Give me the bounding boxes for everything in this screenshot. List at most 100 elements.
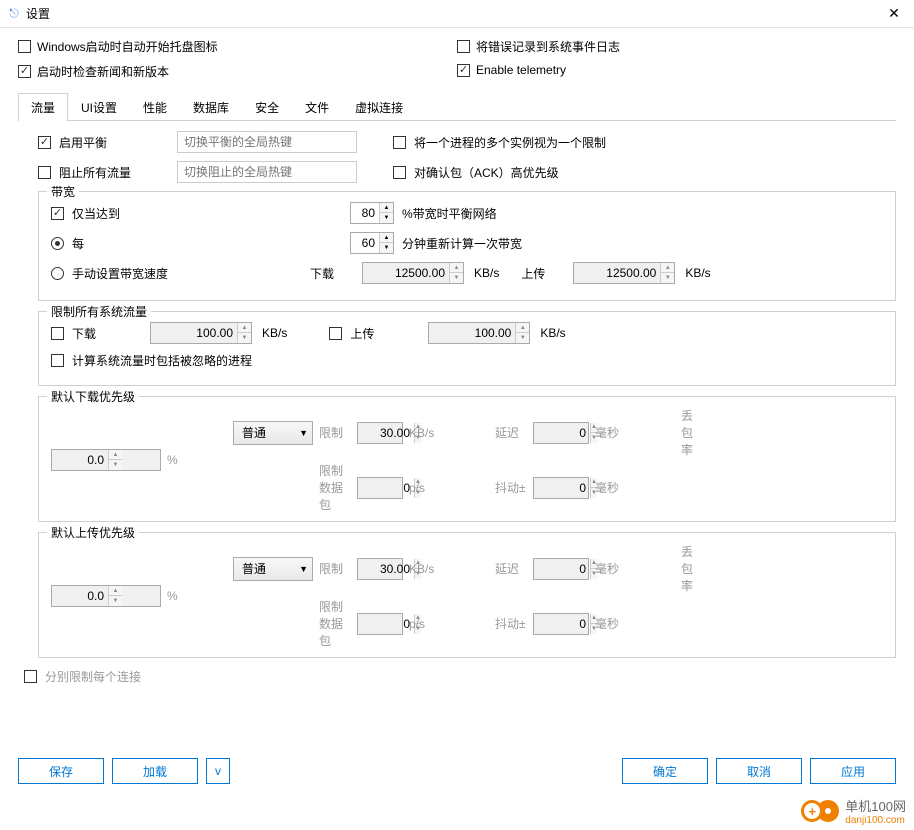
checkbox-telemetry[interactable] [457, 64, 470, 77]
spinner-limit-dl[interactable]: ▲▼ [150, 322, 252, 344]
spinner-only-when[interactable]: ▲▼ [350, 202, 394, 224]
label-every-suffix: 分钟重新计算一次带宽 [402, 235, 522, 252]
spin-down-icon[interactable]: ▼ [380, 213, 393, 223]
close-button[interactable]: ✕ [880, 0, 908, 28]
select-ul-priority[interactable]: 普通 ▼ [233, 557, 313, 581]
label-ack-priority: 对确认包（ACK）高优先级 [414, 164, 559, 181]
tab-traffic[interactable]: 流量 [18, 93, 68, 121]
window-title: 设置 [26, 5, 880, 22]
tab-perf[interactable]: 性能 [130, 93, 180, 121]
spinner-ul-jitter[interactable]: ▲▼ [533, 613, 589, 635]
label-limit: 限制 [319, 424, 351, 441]
spinner-every-input[interactable] [351, 233, 379, 253]
tab-file[interactable]: 文件 [292, 93, 342, 121]
watermark: + 单机100网 danji100.com [801, 796, 906, 826]
tab-db[interactable]: 数据库 [180, 93, 242, 121]
spinner-dl-drop[interactable]: ▲▼ [51, 449, 161, 471]
save-button[interactable]: 保存 [18, 758, 104, 784]
spin-up-icon[interactable]: ▲ [380, 203, 393, 213]
fieldset-limit-all: 限制所有系统流量 下载 ▲▼ KB/s 上传 ▲▼ KB/s [38, 311, 896, 386]
legend-ul-priority: 默认上传优先级 [47, 524, 139, 541]
spin-up-icon[interactable]: ▲ [516, 323, 529, 333]
checkbox-check-news[interactable] [18, 65, 31, 78]
radio-every[interactable] [51, 237, 64, 250]
checkbox-ack-priority[interactable] [393, 166, 406, 179]
label-ul: 上传 [521, 265, 565, 282]
checkbox-enable-balance[interactable] [38, 136, 51, 149]
label-limit-ul: 上传 [350, 325, 420, 342]
checkbox-per-connection[interactable] [24, 670, 37, 683]
spin-down-icon[interactable]: ▼ [380, 243, 393, 253]
spin-up-icon[interactable]: ▲ [238, 323, 251, 333]
spinner-dl-limit[interactable]: ▲▼ [357, 422, 403, 444]
unit-kbs: KB/s [540, 326, 565, 340]
fieldset-bandwidth: 带宽 仅当达到 ▲▼ %带宽时平衡网络 每 ▲▼ 分钟重新计算一次带宽 [38, 191, 896, 301]
spinner-dl-pkt[interactable]: ▲▼ [357, 477, 403, 499]
checkbox-multi-instance[interactable] [393, 136, 406, 149]
spin-up-icon[interactable]: ▲ [661, 263, 674, 273]
select-dl-priority[interactable]: 普通 ▼ [233, 421, 313, 445]
legend-dl-priority: 默认下载优先级 [47, 388, 139, 405]
spin-down-icon[interactable]: ▼ [516, 333, 529, 343]
label-limit-dl: 下载 [72, 325, 142, 342]
checkbox-only-when[interactable] [51, 207, 64, 220]
label-block-all: 阻止所有流量 [59, 164, 169, 181]
cancel-button[interactable]: 取消 [716, 758, 802, 784]
label-per-connection: 分别限制每个连接 [45, 668, 141, 685]
hotkey-balance[interactable] [177, 131, 357, 153]
spinner-ul-limit[interactable]: ▲▼ [357, 558, 403, 580]
checkbox-start-with-windows[interactable] [18, 40, 31, 53]
tabs: 流量 UI设置 性能 数据库 安全 文件 虚拟连接 [18, 92, 896, 121]
label-start-with-windows: Windows启动时自动开始托盘图标 [37, 38, 218, 55]
label-include-ignored: 计算系统流量时包括被忽略的进程 [72, 352, 252, 369]
spinner-ul-pkt[interactable]: ▲▼ [357, 613, 403, 635]
unit-kbs: KB/s [474, 266, 499, 280]
spinner-limit-ul[interactable]: ▲▼ [428, 322, 530, 344]
spinner-every[interactable]: ▲▼ [350, 232, 394, 254]
label-only-when: 仅当达到 [72, 205, 342, 222]
spinner-limit-dl-input[interactable] [151, 323, 237, 343]
label-telemetry: Enable telemetry [476, 63, 566, 77]
spinner-limit-ul-input[interactable] [429, 323, 515, 343]
checkbox-limit-ul[interactable] [329, 327, 342, 340]
chevron-down-icon: ▼ [299, 428, 308, 438]
spin-down-icon[interactable]: ▼ [238, 333, 251, 343]
hotkey-block[interactable] [177, 161, 357, 183]
spinner-bw-ul[interactable]: ▲▼ [573, 262, 675, 284]
tab-ui[interactable]: UI设置 [68, 93, 130, 121]
spinner-dl-jitter[interactable]: ▲▼ [533, 477, 589, 499]
checkbox-include-ignored[interactable] [51, 354, 64, 367]
checkbox-block-all[interactable] [38, 166, 51, 179]
label-dl: 下载 [310, 265, 354, 282]
tab-virtual[interactable]: 虚拟连接 [342, 93, 416, 121]
label-multi-instance: 将一个进程的多个实例视为一个限制 [414, 134, 606, 151]
spinner-bw-dl-input[interactable] [363, 263, 449, 283]
label-enable-balance: 启用平衡 [59, 134, 169, 151]
spinner-only-when-input[interactable] [351, 203, 379, 223]
spin-down-icon[interactable]: ▼ [450, 273, 463, 283]
load-dropdown-button[interactable]: v [206, 758, 230, 784]
radio-manual[interactable] [51, 267, 64, 280]
label-every: 每 [72, 235, 342, 252]
checkbox-log-errors[interactable] [457, 40, 470, 53]
spin-up-icon[interactable]: ▲ [450, 263, 463, 273]
unit-kbs: KB/s [262, 326, 287, 340]
app-icon: ⎋ [6, 6, 22, 22]
spinner-ul-delay[interactable]: ▲▼ [533, 558, 589, 580]
ok-button[interactable]: 确定 [622, 758, 708, 784]
fieldset-ul-priority: 默认上传优先级 普通 ▼ 限制 ▲▼ KB/s 延迟 ▲▼ 毫秒 丢包率 ▲▼ … [38, 532, 896, 658]
spin-up-icon[interactable]: ▲ [380, 233, 393, 243]
chevron-down-icon: ▼ [299, 564, 308, 574]
spinner-ul-drop[interactable]: ▲▼ [51, 585, 161, 607]
spin-down-icon[interactable]: ▼ [661, 273, 674, 283]
spinner-bw-ul-input[interactable] [574, 263, 660, 283]
apply-button[interactable]: 应用 [810, 758, 896, 784]
select-dl-value: 普通 [242, 424, 266, 441]
spinner-bw-dl[interactable]: ▲▼ [362, 262, 464, 284]
legend-bandwidth: 带宽 [47, 183, 79, 200]
checkbox-limit-dl[interactable] [51, 327, 64, 340]
load-button[interactable]: 加载 [112, 758, 198, 784]
select-ul-value: 普通 [242, 560, 266, 577]
tab-security[interactable]: 安全 [242, 93, 292, 121]
spinner-dl-delay[interactable]: ▲▼ [533, 422, 589, 444]
